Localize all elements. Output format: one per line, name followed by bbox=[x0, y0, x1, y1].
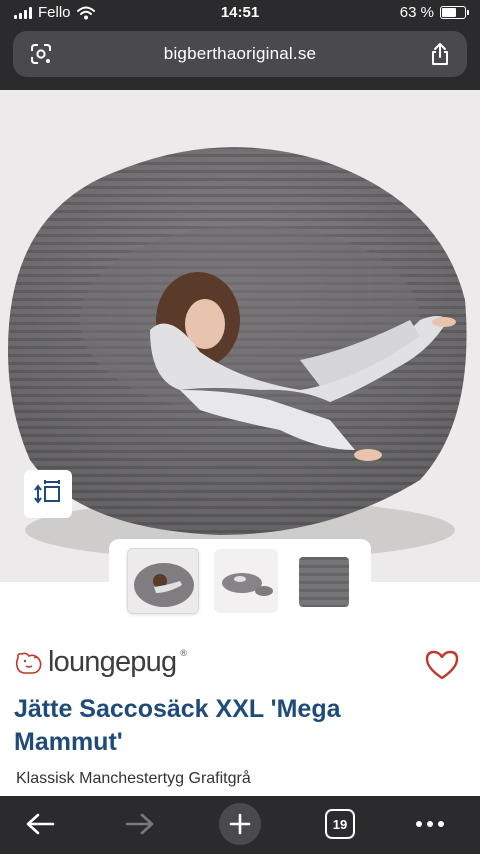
tab-count: 19 bbox=[325, 809, 355, 839]
address-bar[interactable]: bigberthaoriginal.se bbox=[13, 31, 467, 77]
registered-mark: ® bbox=[180, 648, 187, 658]
product-title: Jätte Saccosäck XXL 'Mega Mammut' bbox=[14, 695, 341, 756]
dimensions-icon bbox=[34, 480, 60, 504]
battery-icon bbox=[440, 6, 469, 19]
plus-icon bbox=[229, 813, 251, 835]
thumbnail-1[interactable] bbox=[127, 548, 199, 614]
brand-logo[interactable]: loungepug ® bbox=[14, 646, 187, 679]
back-arrow-icon bbox=[26, 813, 55, 835]
share-icon[interactable] bbox=[429, 42, 451, 66]
thumbnail-3[interactable] bbox=[291, 549, 355, 613]
dimensions-button[interactable] bbox=[24, 470, 72, 518]
pug-logo-icon bbox=[15, 652, 42, 674]
web-page: loungepug ® Jätte Saccosäck XXL 'Mega Ma… bbox=[0, 90, 480, 796]
browser-toolbar: 19 bbox=[0, 796, 480, 854]
url-domain[interactable]: bigberthaoriginal.se bbox=[13, 44, 467, 64]
thumbnail-strip bbox=[109, 539, 371, 621]
back-button[interactable] bbox=[18, 804, 62, 844]
battery-percent: 63 % bbox=[399, 4, 434, 21]
forward-arrow-icon bbox=[125, 813, 154, 835]
forward-button[interactable] bbox=[118, 804, 162, 844]
tab-switcher-button[interactable]: 19 bbox=[322, 804, 358, 844]
more-icon bbox=[416, 821, 444, 827]
more-menu-button[interactable] bbox=[408, 804, 452, 844]
wishlist-heart-icon[interactable] bbox=[424, 649, 460, 681]
brand-name: loungepug bbox=[48, 646, 177, 678]
status-bar: Fello 14:51 63 % bbox=[0, 0, 480, 26]
new-tab-button[interactable] bbox=[218, 803, 262, 845]
thumbnail-2[interactable] bbox=[214, 549, 278, 613]
product-subtitle: Klassisk Manchestertyg Grafitgrå bbox=[16, 770, 251, 787]
product-main-image[interactable] bbox=[0, 90, 480, 582]
